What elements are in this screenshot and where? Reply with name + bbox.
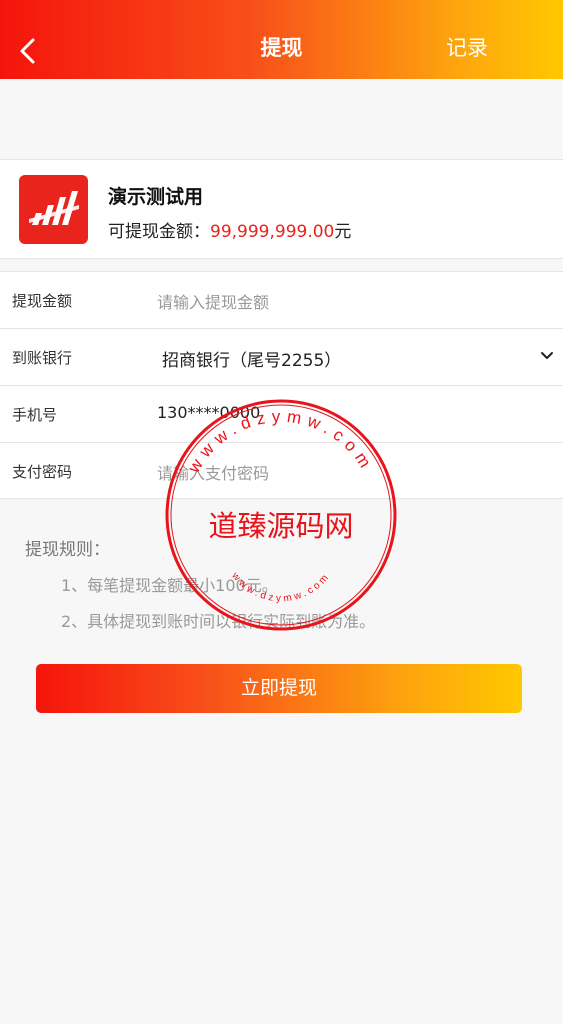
withdraw-submit-button[interactable]: 立即提现: [36, 664, 522, 713]
amount-label: 提现金额: [12, 292, 73, 310]
password-row: 支付密码 请输入支付密码: [0, 443, 563, 499]
balance-unit: 元: [334, 222, 352, 242]
bank-row[interactable]: 到账银行 招商银行（尾号2255）: [0, 329, 563, 386]
amount-input[interactable]: 请输入提现金额: [157, 289, 269, 313]
rule-item: 1、每笔提现金额最小100元。: [61, 576, 278, 595]
bank-label: 到账银行: [12, 349, 73, 367]
withdraw-form: 提现金额 请输入提现金额 到账银行 招商银行（尾号2255） 手机号 130**…: [0, 271, 563, 499]
seal-text: 道臻源码网: [208, 509, 353, 543]
rules-title: 提现规则：: [25, 540, 110, 560]
balance-amount: 99,999,999.00: [210, 222, 335, 242]
user-name: 演示测试用: [108, 186, 204, 208]
records-link[interactable]: 记录: [446, 32, 488, 62]
phone-row: 手机号 130****0000: [0, 386, 563, 443]
password-input[interactable]: 请输入支付密码: [157, 460, 269, 484]
phone-label: 手机号: [12, 406, 58, 424]
top-bar: 提现 记录: [0, 0, 563, 79]
rule-item: 2、具体提现到账时间以银行实际到账为准。: [61, 612, 376, 631]
phone-value: 130****0000: [157, 403, 261, 422]
bank-select[interactable]: 招商银行（尾号2255）: [162, 346, 341, 371]
app-logo: [19, 175, 88, 244]
amount-row: 提现金额 请输入提现金额: [0, 272, 563, 329]
balance-label: 可提现金额：: [108, 222, 210, 242]
balance-line: 可提现金额：99,999,999.00元: [108, 217, 351, 242]
password-label: 支付密码: [12, 463, 73, 481]
logo-mark-icon: [29, 191, 79, 225]
user-card: 演示测试用 可提现金额：99,999,999.00元: [0, 159, 563, 259]
chevron-down-icon[interactable]: [540, 349, 554, 363]
